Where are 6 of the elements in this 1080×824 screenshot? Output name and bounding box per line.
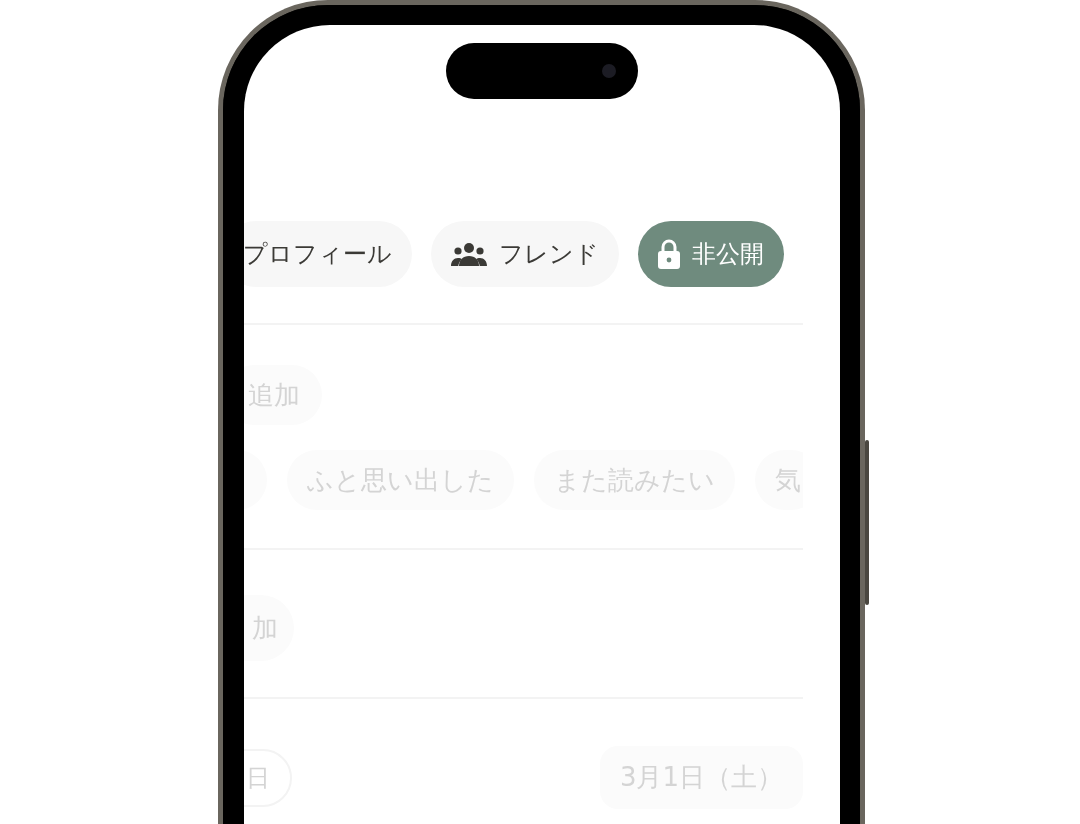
visibility-option[interactable]: 非公開 <box>638 221 784 287</box>
people-icon <box>451 242 487 266</box>
lock-icon <box>658 239 680 269</box>
visibility-option[interactable]: フレンド <box>431 221 619 287</box>
visibility-option[interactable]: プロフィール <box>244 221 412 287</box>
camera-icon <box>602 64 616 78</box>
